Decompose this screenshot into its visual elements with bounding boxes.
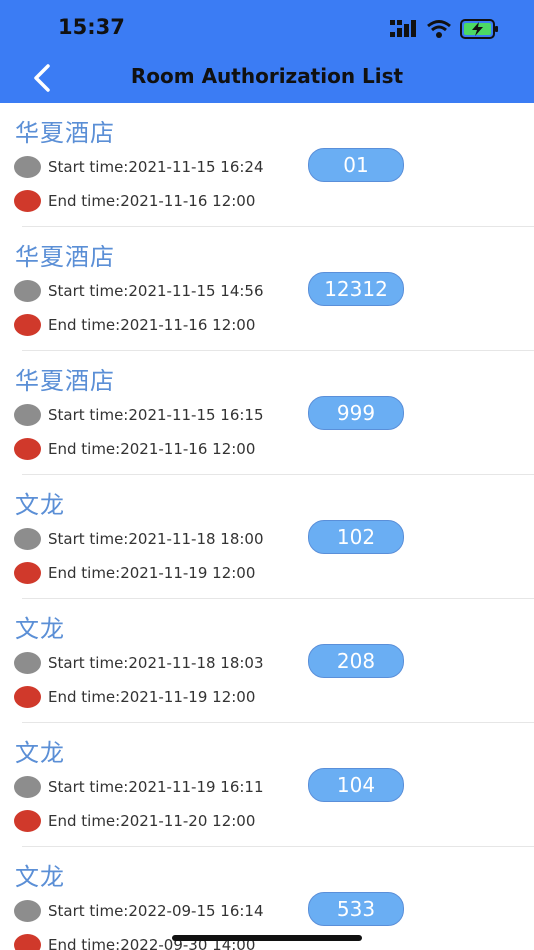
list-item[interactable]: 文龙 Start time:2021-11-18 18:00 End time:… xyxy=(0,475,534,599)
end-dot xyxy=(14,934,41,950)
end-dot xyxy=(14,810,41,832)
end-dot xyxy=(14,562,41,584)
room-badge[interactable]: 999 xyxy=(308,396,404,430)
room-badge[interactable]: 12312 xyxy=(308,272,404,306)
list-item[interactable]: 华夏酒店 Start time:2021-11-15 14:56 End tim… xyxy=(0,227,534,351)
start-dot xyxy=(14,280,41,302)
room-badge[interactable]: 01 xyxy=(308,148,404,182)
hotel-name: 文龙 xyxy=(15,615,65,643)
room-badge[interactable]: 104 xyxy=(308,768,404,802)
list-item[interactable]: 文龙 Start time:2021-11-18 18:03 End time:… xyxy=(0,599,534,723)
end-dot xyxy=(14,438,41,460)
start-time: Start time:2021-11-15 16:24 xyxy=(48,158,264,176)
start-time: Start time:2021-11-18 18:03 xyxy=(48,654,264,672)
room-badge[interactable]: 533 xyxy=(308,892,404,926)
list-item[interactable]: 华夏酒店 Start time:2021-11-15 16:24 End tim… xyxy=(0,103,534,227)
room-badge[interactable]: 208 xyxy=(308,644,404,678)
header: 15:37 Room Authorization List xyxy=(0,0,534,103)
hotel-name: 文龙 xyxy=(15,739,65,767)
authorization-list: 华夏酒店 Start time:2021-11-15 16:24 End tim… xyxy=(0,103,534,950)
wifi-icon xyxy=(427,20,451,38)
room-badge[interactable]: 102 xyxy=(308,520,404,554)
end-time: End time:2021-11-16 12:00 xyxy=(48,316,256,334)
start-time: Start time:2021-11-19 16:11 xyxy=(48,778,264,796)
page-title: Room Authorization List xyxy=(130,64,404,88)
end-dot xyxy=(14,190,41,212)
hotel-name: 文龙 xyxy=(15,863,65,891)
start-dot xyxy=(14,528,41,550)
end-time: End time:2021-11-19 12:00 xyxy=(48,688,256,706)
hotel-name: 华夏酒店 xyxy=(15,243,115,271)
start-dot xyxy=(14,156,41,178)
start-dot xyxy=(14,900,41,922)
start-time: Start time:2021-11-15 16:15 xyxy=(48,406,264,424)
end-time: End time:2021-11-16 12:00 xyxy=(48,440,256,458)
start-time: Start time:2022-09-15 16:14 xyxy=(48,902,264,920)
start-dot xyxy=(14,776,41,798)
end-dot xyxy=(14,314,41,336)
status-time: 15:37 xyxy=(58,15,125,39)
start-time: Start time:2021-11-18 18:00 xyxy=(48,530,264,548)
start-time: Start time:2021-11-15 14:56 xyxy=(48,282,264,300)
screen: 15:37 Room Authorization List 华夏酒店 Start… xyxy=(0,0,534,950)
list-item[interactable]: 华夏酒店 Start time:2021-11-15 16:15 End tim… xyxy=(0,351,534,475)
home-indicator[interactable] xyxy=(172,935,362,941)
battery-charging-icon xyxy=(460,19,498,39)
hotel-name: 华夏酒店 xyxy=(15,119,115,147)
end-time: End time:2021-11-20 12:00 xyxy=(48,812,256,830)
hotel-name: 文龙 xyxy=(15,491,65,519)
start-dot xyxy=(14,652,41,674)
start-dot xyxy=(14,404,41,426)
list-item[interactable]: 文龙 Start time:2021-11-19 16:11 End time:… xyxy=(0,723,534,847)
hotel-name: 华夏酒店 xyxy=(15,367,115,395)
end-dot xyxy=(14,686,41,708)
end-time: End time:2021-11-16 12:00 xyxy=(48,192,256,210)
end-time: End time:2021-11-19 12:00 xyxy=(48,564,256,582)
